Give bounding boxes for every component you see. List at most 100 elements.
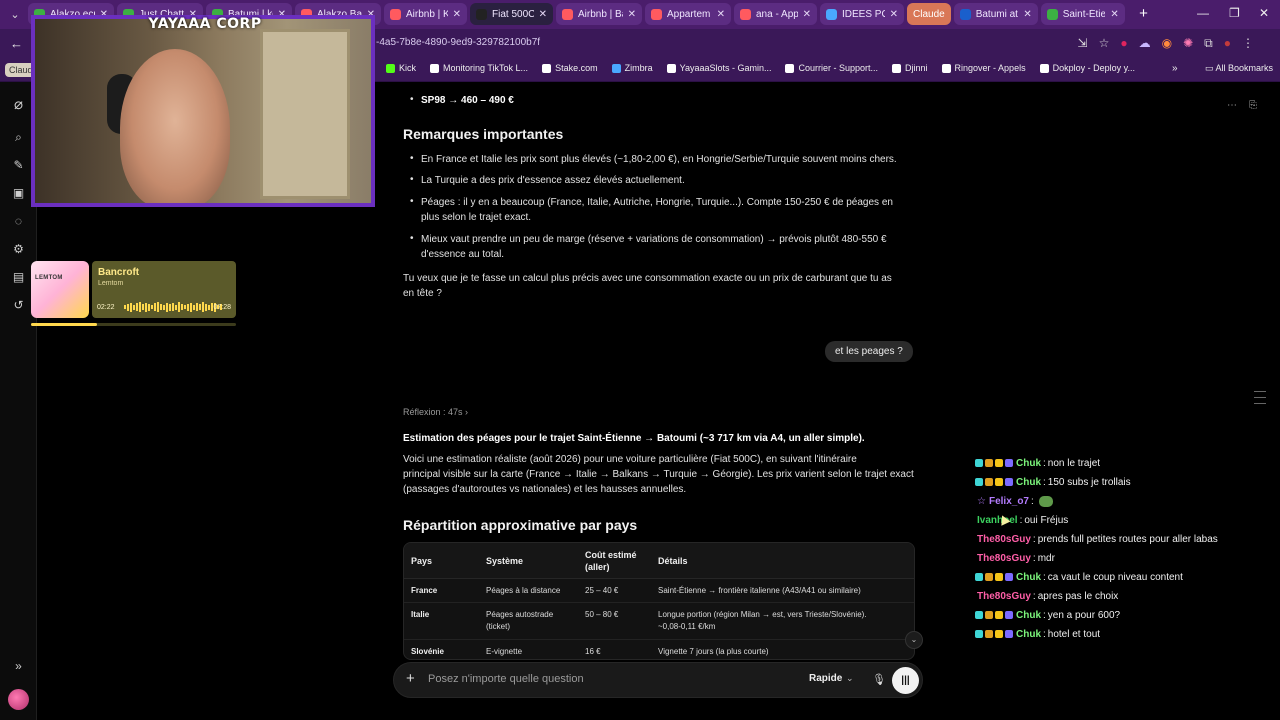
chat-username[interactable]: Chuk bbox=[1016, 629, 1041, 640]
attach-plus-icon[interactable]: + bbox=[406, 670, 415, 687]
search-icon[interactable]: ⌕ bbox=[10, 129, 27, 146]
scroll-down-icon[interactable]: ⌄ bbox=[905, 631, 923, 649]
follow-up-line-2: en tête ? bbox=[403, 288, 442, 299]
vip-badge-icon bbox=[1005, 478, 1013, 486]
reasoning-toggle[interactable]: Réflexion : 47s › bbox=[403, 407, 468, 417]
chat-text: ca vaut le coup niveau content bbox=[1047, 571, 1183, 583]
images-icon[interactable]: ▣ bbox=[10, 185, 27, 202]
tab-search-icon[interactable]: ⌄ bbox=[5, 5, 25, 25]
browser-tab[interactable]: Appartem ✕ bbox=[645, 3, 731, 25]
apps-icon[interactable]: ⚙ bbox=[10, 241, 27, 258]
chat-username[interactable]: Felix_o7 bbox=[989, 496, 1029, 507]
tab-close-icon[interactable]: ✕ bbox=[628, 9, 636, 20]
browser-tab[interactable]: Airbnb | Ba ✕ bbox=[556, 3, 642, 25]
chat-separator: : bbox=[1043, 628, 1046, 640]
model-selector[interactable]: Rapide bbox=[809, 673, 842, 684]
back-arrow-icon[interactable]: ← bbox=[10, 36, 23, 51]
all-bookmarks-button[interactable]: ▭ All Bookmarks bbox=[1205, 63, 1273, 74]
more-options-icon[interactable]: ⋯ bbox=[1227, 100, 1237, 111]
tab-close-icon[interactable]: ✕ bbox=[1023, 9, 1031, 20]
track-time-current: 02:22 bbox=[97, 304, 115, 311]
tab-label: Batumi attr bbox=[975, 8, 1019, 20]
chat-message: The80sGuy: apres pas le choix bbox=[977, 588, 1118, 604]
wave-bar bbox=[163, 304, 165, 310]
cell-cout: 16 € bbox=[585, 647, 601, 656]
voice-icon[interactable]: ◌ bbox=[10, 213, 27, 230]
tab-label: Saint-Étien bbox=[1062, 8, 1106, 20]
cell-systeme: E-vignette bbox=[486, 646, 581, 658]
table-heading: Répartition approximative par pays bbox=[403, 517, 638, 533]
wave-bar bbox=[190, 302, 192, 312]
chat-username[interactable]: Chuk bbox=[1016, 572, 1041, 583]
audio-waveform bbox=[124, 302, 222, 312]
chat-username[interactable]: Chuk bbox=[1016, 610, 1041, 621]
browser-tab[interactable]: Batumi attr ✕ bbox=[953, 3, 1038, 25]
user-avatar[interactable] bbox=[8, 689, 29, 710]
extensions-puzzle-icon[interactable]: ⧉ bbox=[1204, 36, 1213, 51]
remark-item: Péages : il y en a beaucoup (France, Ita… bbox=[421, 195, 921, 225]
minimize-icon[interactable]: — bbox=[1197, 6, 1209, 20]
more-bookmarks-icon[interactable]: » bbox=[1172, 63, 1178, 74]
composer-input[interactable]: Posez n'importe quelle question bbox=[428, 673, 584, 685]
tab-close-icon[interactable]: ✕ bbox=[453, 9, 461, 20]
chat-username[interactable]: The80sGuy bbox=[977, 591, 1031, 602]
chat-username[interactable]: The80sGuy bbox=[977, 534, 1031, 545]
chat-badges bbox=[975, 630, 1013, 638]
chat-username[interactable]: Chuk bbox=[1016, 458, 1041, 469]
new-chat-icon[interactable]: ✎ bbox=[10, 157, 27, 174]
voice-mode-button[interactable]: ||| bbox=[892, 667, 919, 694]
profile-avatar-icon[interactable]: ● bbox=[1224, 36, 1231, 51]
browser-tab[interactable]: Saint-Étien ✕ bbox=[1040, 3, 1125, 25]
browser-tab[interactable]: Airbnb | Ko ✕ bbox=[384, 3, 467, 25]
tab-close-icon[interactable]: ✕ bbox=[539, 9, 547, 20]
projects-icon[interactable]: ▤ bbox=[10, 269, 27, 286]
tab-close-icon[interactable]: ✕ bbox=[717, 9, 725, 20]
chat-username[interactable]: Ivanhoel bbox=[977, 515, 1018, 526]
chat-message: The80sGuy: mdr bbox=[977, 550, 1055, 566]
tab-close-icon[interactable]: ✕ bbox=[803, 9, 811, 20]
microphone-icon[interactable]: 🎙 bbox=[872, 673, 886, 686]
expand-sidebar-icon[interactable]: » bbox=[10, 658, 27, 675]
install-app-icon[interactable]: ⇲ bbox=[1078, 36, 1088, 51]
vip-badge-icon bbox=[1005, 630, 1013, 638]
bookmark-item[interactable]: Djinni bbox=[892, 63, 928, 73]
sp98-line: SP98 → 460 – 490 € bbox=[421, 95, 514, 106]
extension-cloud-icon[interactable]: ☁ bbox=[1139, 36, 1151, 51]
browser-tab[interactable]: Fiat 500C fu ✕ bbox=[470, 3, 553, 25]
tab-close-icon[interactable]: ✕ bbox=[890, 9, 898, 20]
wave-bar bbox=[193, 304, 195, 310]
bookmark-item[interactable]: Kick bbox=[386, 63, 416, 73]
browser-tab[interactable]: IDEES POUI ✕ bbox=[820, 3, 904, 25]
cell-systeme-line: (ticket) bbox=[486, 622, 510, 631]
share-link-icon[interactable]: ⎘ bbox=[1249, 100, 1257, 111]
bookmark-item[interactable]: Zimbra bbox=[611, 63, 653, 73]
bookmark-item[interactable]: Courrier - Support... bbox=[785, 63, 878, 73]
chat-username[interactable]: The80sGuy bbox=[977, 553, 1031, 564]
bookmark-star-icon[interactable]: ☆ bbox=[1099, 36, 1110, 51]
browser-menu-icon[interactable]: ⋮ bbox=[1242, 36, 1254, 51]
claude-tab[interactable]: Claude bbox=[907, 3, 951, 25]
extension-orange-icon[interactable]: ◉ bbox=[1162, 36, 1172, 51]
extension-pink-icon[interactable]: ✺ bbox=[1183, 36, 1193, 51]
bookmark-item[interactable]: Ringover - Appels bbox=[941, 63, 1026, 73]
wave-bar bbox=[139, 302, 141, 312]
bookmark-item[interactable]: Monitoring TikTok L... bbox=[430, 63, 528, 73]
extension-red-icon[interactable]: ● bbox=[1120, 36, 1127, 51]
bookmark-item[interactable]: YayaaaSlots - Gamin... bbox=[666, 63, 771, 73]
album-art-text: LEMTOM bbox=[35, 275, 63, 281]
chevron-down-icon[interactable]: ⌄ bbox=[846, 673, 854, 684]
bookmark-item[interactable]: Stake.com bbox=[542, 63, 598, 73]
browser-tab[interactable]: ana - Appa ✕ bbox=[734, 3, 817, 25]
close-window-icon[interactable]: ✕ bbox=[1259, 6, 1269, 20]
new-tab-icon[interactable]: + bbox=[1135, 6, 1152, 23]
url-field[interactable]: -4a5-7b8e-4890-9ed9-329782100b7f bbox=[376, 37, 540, 48]
maximize-icon[interactable]: ❐ bbox=[1229, 6, 1240, 20]
tab-close-icon[interactable]: ✕ bbox=[1110, 9, 1118, 20]
wave-bar bbox=[142, 304, 144, 310]
app-logo-icon[interactable]: ⌀ bbox=[10, 96, 27, 113]
chat-username[interactable]: Chuk bbox=[1016, 477, 1041, 488]
history-icon[interactable]: ↺ bbox=[10, 297, 27, 314]
bookmark-item[interactable]: Dokploy - Deploy y... bbox=[1039, 63, 1135, 73]
page-actions: ⋯ ⎘ bbox=[1227, 100, 1257, 111]
album-art: LEMTOM bbox=[31, 261, 89, 318]
